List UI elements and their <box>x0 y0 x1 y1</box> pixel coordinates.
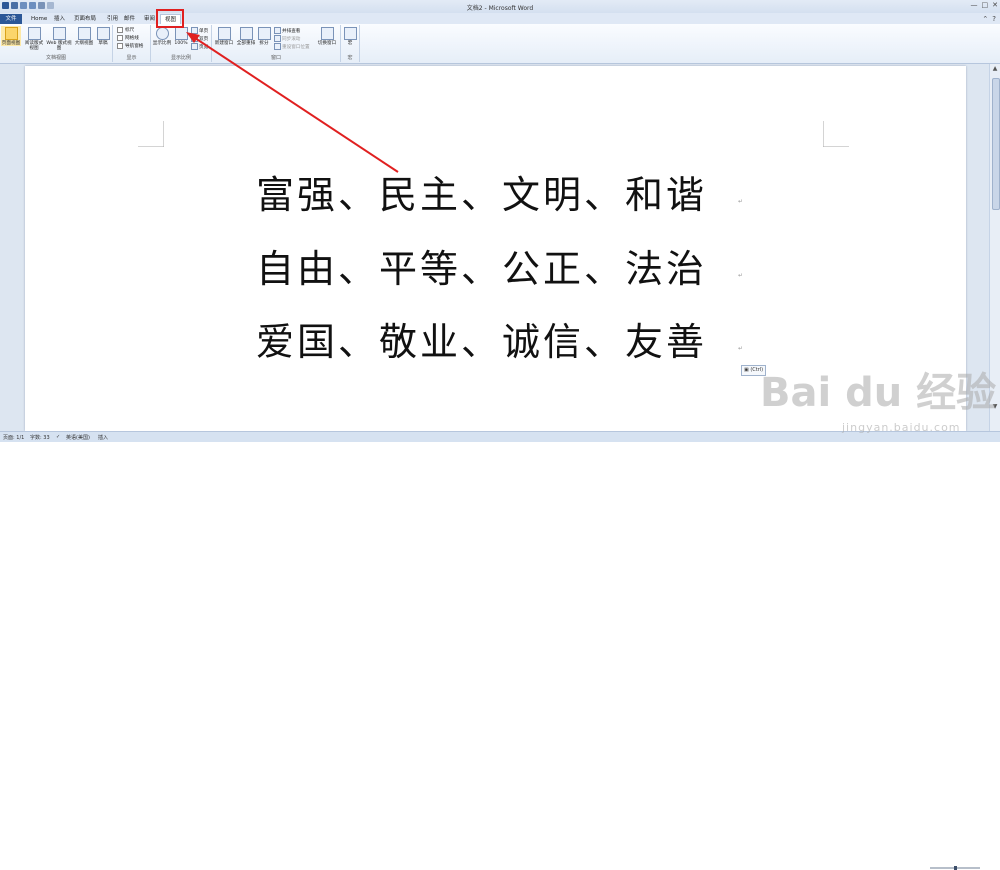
zoom-slider[interactable] <box>930 866 980 870</box>
watermark-url: jingyan.baidu.com <box>842 421 961 434</box>
bottom-area <box>0 442 1000 471</box>
language[interactable]: 英语(美国) <box>66 434 90 441</box>
baidu-watermark: Bai du 经验 <box>760 370 997 416</box>
word-count[interactable]: 字数: 33 <box>30 434 50 441</box>
page-count[interactable]: 页面: 1/1 <box>3 434 24 441</box>
insert-mode[interactable]: 插入 <box>98 434 108 441</box>
proofing-icon[interactable]: ✓ <box>56 434 60 440</box>
